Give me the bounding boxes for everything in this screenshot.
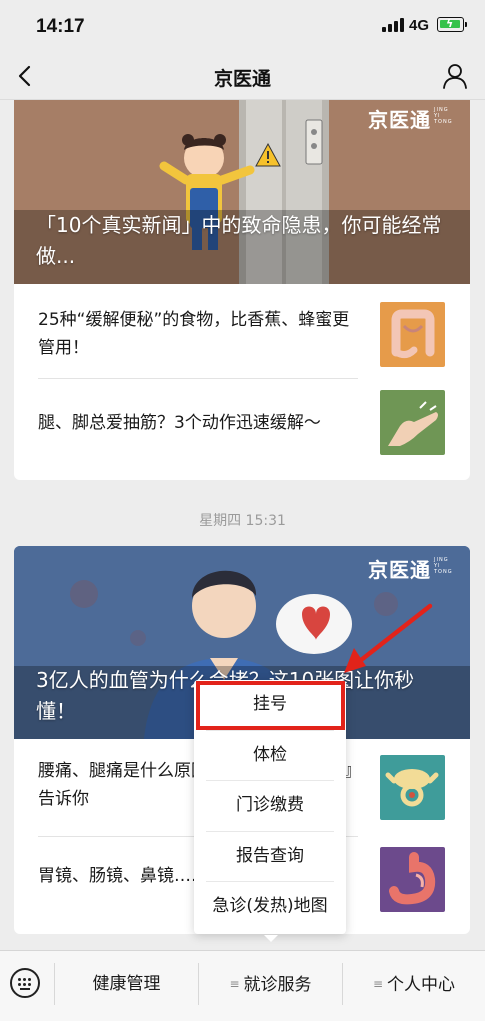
bottom-menu-bar: 健康管理 ≡ 就诊服务 ≡ 个人中心 bbox=[0, 950, 485, 1021]
menu-item-register[interactable]: 挂号 bbox=[194, 680, 346, 728]
list-item[interactable]: 25种“缓解便秘”的食物，比香蕉、蜂蜜更管用！ bbox=[14, 284, 470, 379]
page-title: 京医通 bbox=[213, 68, 271, 90]
service-submenu: 挂号 体检 门诊缴费 报告查询 急诊(发热)地图 bbox=[194, 680, 346, 934]
submenu-icon: ≡ bbox=[229, 977, 240, 991]
list-item[interactable]: 腿、脚总爱抽筋？3个动作迅速缓解～ bbox=[14, 379, 470, 479]
keyboard-button[interactable] bbox=[10, 968, 40, 998]
submenu-icon: ≡ bbox=[372, 977, 384, 991]
menu-item-report-query[interactable]: 报告查询 bbox=[194, 832, 346, 880]
article-card: 京医通 JING YI TONG 「10个真实新闻」中的致命隐患，你可能经常做..… bbox=[14, 100, 470, 480]
status-bar: 14:17 4G ϟ bbox=[0, 0, 485, 52]
menu-item-emergency-map[interactable]: 急诊(发热)地图 bbox=[194, 882, 346, 930]
menu-personal-center[interactable]: ≡ 个人中心 bbox=[343, 951, 485, 1017]
menu-medical-service[interactable]: ≡ 就诊服务 bbox=[199, 951, 342, 1017]
status-time: 14:17 bbox=[36, 16, 85, 37]
list-item-title[interactable]: 25种“缓解便秘”的食物，比香蕉、蜂蜜更管用！ bbox=[38, 306, 356, 362]
menu-label: 就诊服务 bbox=[243, 975, 312, 995]
timestamp: 星期四 15:31 bbox=[199, 513, 286, 529]
signal-icon bbox=[382, 18, 404, 32]
network-type: 4G bbox=[409, 17, 430, 34]
article-cover-title[interactable]: 「10个真实新闻」中的致命隐患，你可能经常做... bbox=[36, 210, 444, 272]
menu-label: 个人中心 bbox=[387, 975, 456, 995]
brand-watermark: 京医通 JING YI TONG bbox=[368, 557, 453, 582]
popup-caret bbox=[264, 935, 278, 942]
person-icon bbox=[443, 64, 467, 89]
list-item-title[interactable]: 腿、脚总爱抽筋？3个动作迅速缓解～ bbox=[38, 409, 356, 437]
menu-item-checkup[interactable]: 体检 bbox=[194, 731, 346, 779]
menu-health-management[interactable]: 健康管理 bbox=[55, 951, 198, 1017]
menu-label: 健康管理 bbox=[92, 974, 161, 994]
article-cover[interactable]: 京医通 JING YI TONG 「10个真实新闻」中的致命隐患，你可能经常做..… bbox=[14, 100, 470, 284]
brand-watermark: 京医通 JING YI TONG bbox=[368, 107, 453, 132]
battery-icon: ϟ bbox=[437, 17, 467, 32]
profile-button[interactable] bbox=[441, 62, 469, 90]
foot-cramp-icon bbox=[380, 390, 445, 455]
menu-item-outpatient-payment[interactable]: 门诊缴费 bbox=[194, 781, 346, 829]
nav-bar: 京医通 bbox=[0, 52, 485, 100]
intestine-icon bbox=[380, 302, 445, 367]
stomach-icon bbox=[380, 847, 445, 912]
vertebra-icon bbox=[380, 755, 445, 820]
